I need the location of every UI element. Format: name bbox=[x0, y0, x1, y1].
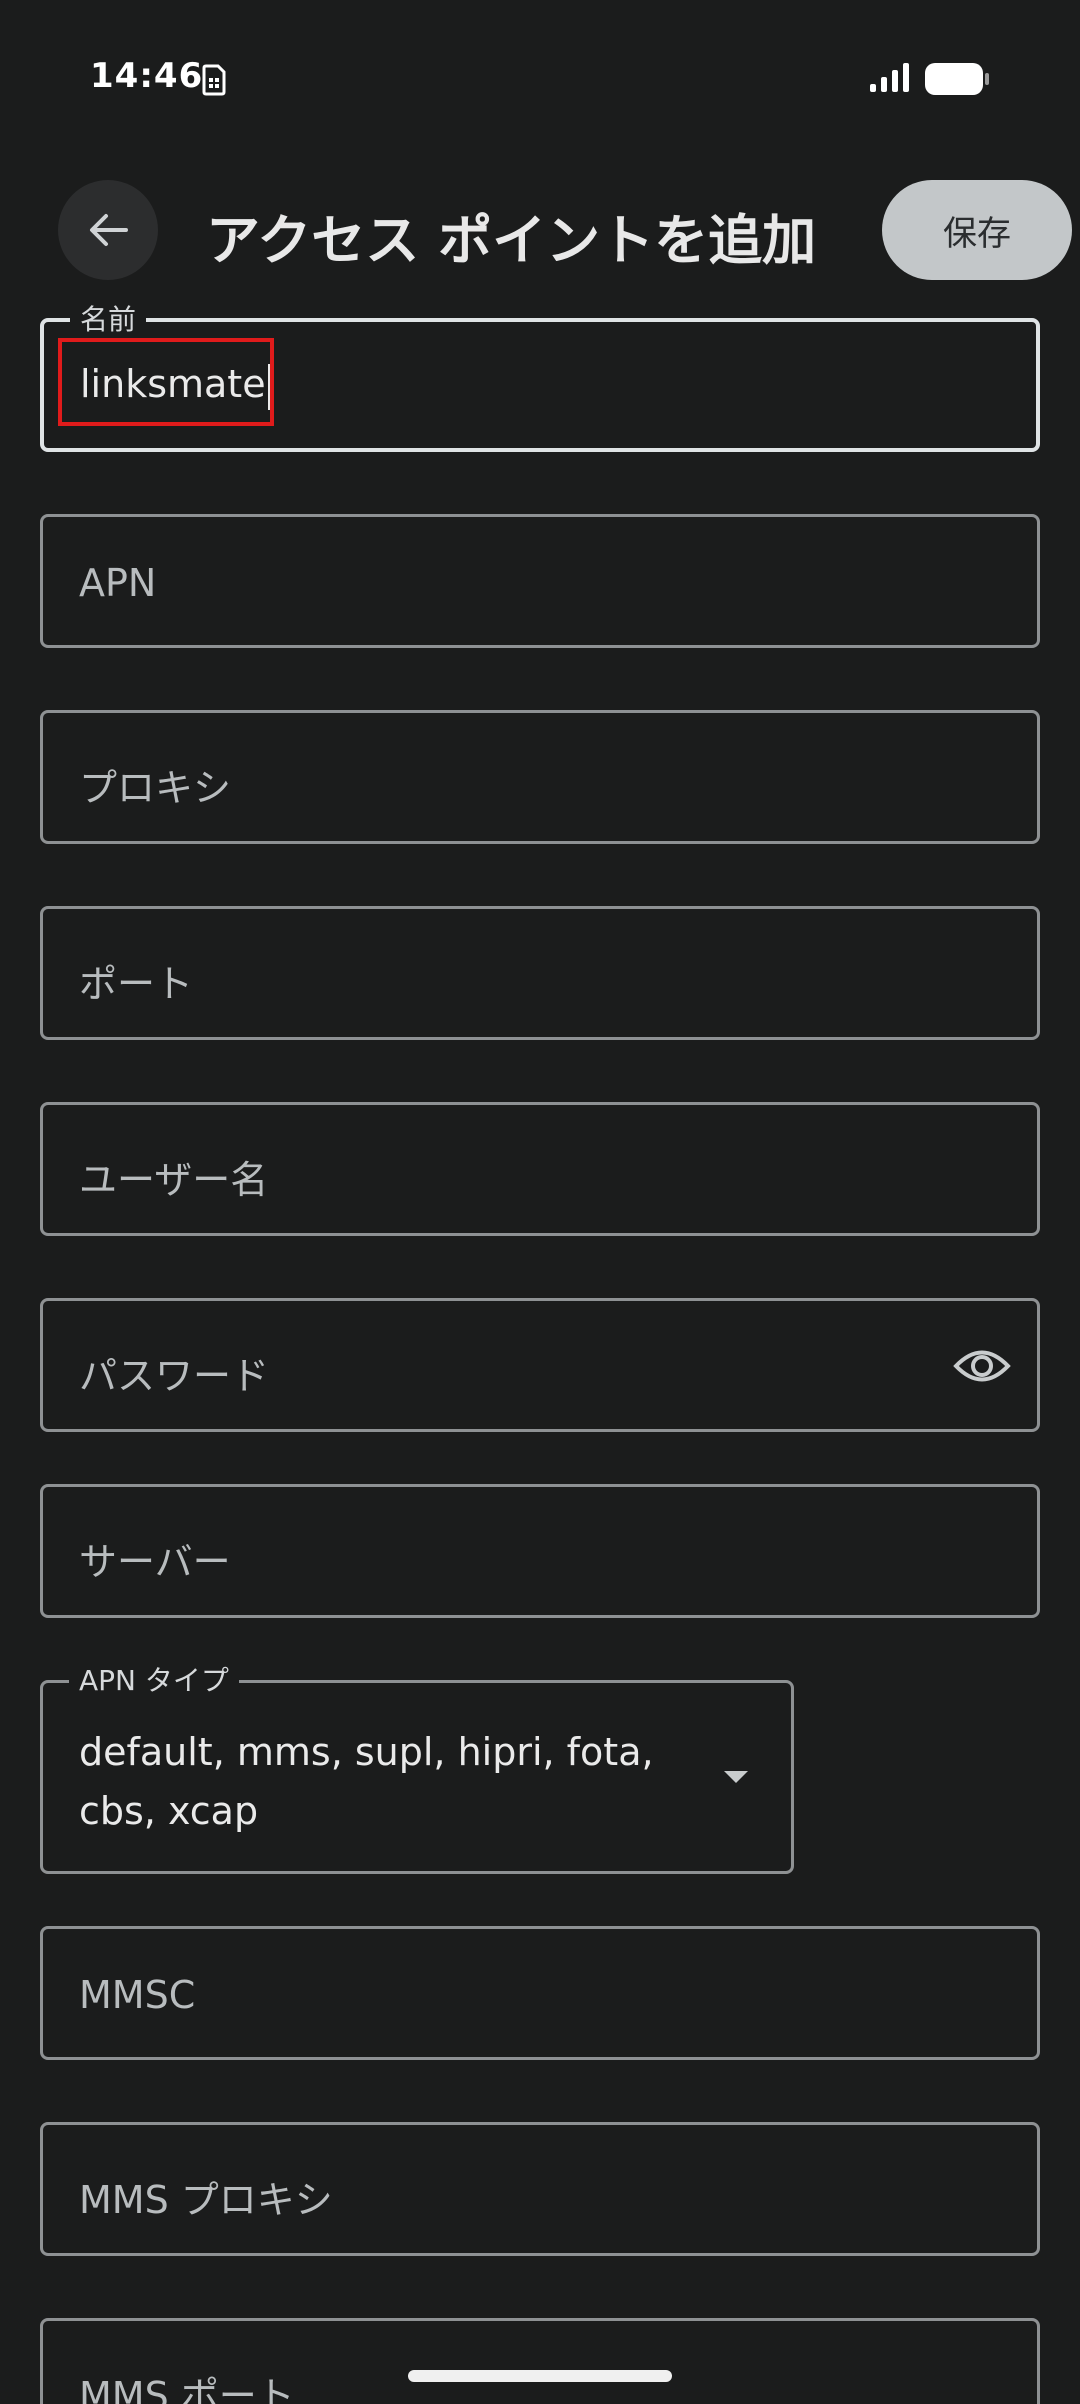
arrow-back-icon bbox=[90, 214, 128, 246]
mmsc-field[interactable]: MMSC bbox=[40, 1926, 1040, 2060]
back-button[interactable] bbox=[58, 180, 158, 280]
screen: 14:46 アクセス ポイントを追加 保存 名前 linksmate APN プ… bbox=[0, 0, 1080, 2404]
status-time: 14:46 bbox=[90, 56, 204, 96]
apn-field[interactable]: APN bbox=[40, 514, 1040, 648]
proxy-field-placeholder: プロキシ bbox=[79, 766, 232, 810]
signal-icon bbox=[870, 63, 909, 92]
apn-type-label: APN タイプ bbox=[69, 1659, 239, 1699]
apn-type-select[interactable]: APN タイプ default, mms, supl, hipri, fota,… bbox=[40, 1659, 794, 1874]
proxy-field[interactable]: プロキシ bbox=[40, 710, 1040, 844]
visibility-toggle-icon[interactable] bbox=[953, 1341, 1011, 1391]
port-field[interactable]: ポート bbox=[40, 906, 1040, 1040]
apn-field-placeholder: APN bbox=[79, 561, 157, 605]
save-button[interactable]: 保存 bbox=[882, 180, 1072, 280]
mmsc-field-placeholder: MMSC bbox=[79, 1973, 196, 2017]
battery-icon bbox=[925, 63, 989, 95]
highlight-box bbox=[58, 338, 274, 426]
mms-proxy-field-placeholder: MMS プロキシ bbox=[79, 2178, 333, 2222]
password-field[interactable]: パスワード bbox=[40, 1298, 1040, 1432]
mms-port-field-placeholder: MMS ポート bbox=[79, 2374, 295, 2404]
name-field-label: 名前 bbox=[70, 298, 147, 338]
apn-type-value: default, mms, supl, hipri, fota, cbs, xc… bbox=[79, 1730, 654, 1833]
sim-card-icon bbox=[202, 64, 226, 96]
mms-proxy-field[interactable]: MMS プロキシ bbox=[40, 2122, 1040, 2256]
home-indicator[interactable] bbox=[408, 2370, 672, 2382]
password-field-placeholder: パスワード bbox=[79, 1354, 270, 1398]
dropdown-arrow-icon bbox=[724, 1771, 748, 1783]
username-field-placeholder: ユーザー名 bbox=[79, 1158, 269, 1202]
server-field-placeholder: サーバー bbox=[79, 1540, 231, 1584]
mms-port-field[interactable]: MMS ポート bbox=[40, 2318, 1040, 2404]
username-field[interactable]: ユーザー名 bbox=[40, 1102, 1040, 1236]
server-field[interactable]: サーバー bbox=[40, 1484, 1040, 1618]
port-field-placeholder: ポート bbox=[79, 962, 194, 1006]
page-title: アクセス ポイントを追加 bbox=[206, 209, 817, 272]
